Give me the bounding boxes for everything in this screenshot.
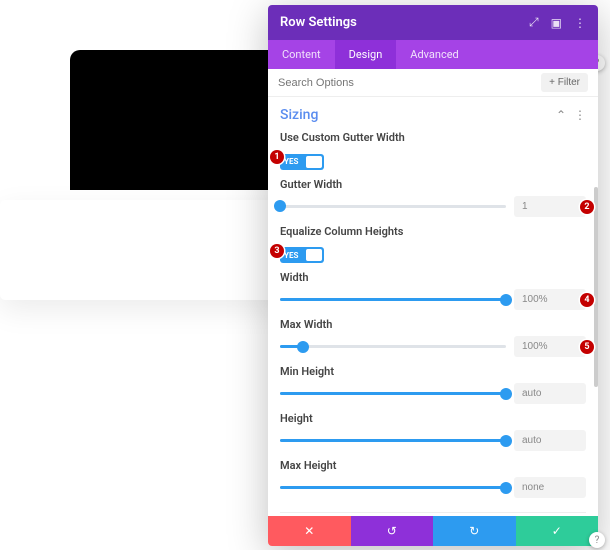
annotation-marker-5: 5 <box>580 340 594 354</box>
slider-min-height[interactable] <box>280 392 506 395</box>
input-max-height[interactable] <box>514 477 586 498</box>
slider-gutter-width[interactable] <box>280 205 506 208</box>
label-min-height: Min Height <box>280 365 586 378</box>
tabs: Content Design Advanced <box>268 40 598 69</box>
slider-max-height[interactable] <box>280 486 506 489</box>
panel-body: Sizing ⌃ ⋮ Use Custom Gutter Width 1 YES… <box>268 97 598 516</box>
label-max-height: Max Height <box>280 459 586 472</box>
tab-design[interactable]: Design <box>335 40 397 69</box>
label-equalize: Equalize Column Heights <box>280 225 586 238</box>
annotation-marker-4: 4 <box>580 293 594 307</box>
cancel-button[interactable]: ✕ <box>268 516 351 546</box>
input-width[interactable] <box>514 289 586 310</box>
search-row: + Filter <box>268 69 598 97</box>
label-gutter-width: Gutter Width <box>280 178 586 191</box>
help-bubble-bottom-icon[interactable]: ? <box>589 532 605 548</box>
expand-icon[interactable]: ⤢ <box>529 15 539 30</box>
panel-titlebar: Row Settings ⤢ ▣ ⋮ <box>268 5 598 40</box>
tab-advanced[interactable]: Advanced <box>396 40 472 69</box>
slider-height[interactable] <box>280 439 506 442</box>
annotation-marker-2: 2 <box>580 200 594 214</box>
filter-button[interactable]: + Filter <box>541 73 588 92</box>
input-height[interactable] <box>514 430 586 451</box>
collapse-icon[interactable]: ⌃ <box>556 108 566 122</box>
input-min-height[interactable] <box>514 383 586 404</box>
label-use-custom-gutter: Use Custom Gutter Width <box>280 131 586 144</box>
scrollbar[interactable] <box>594 187 598 387</box>
toggle-use-custom-gutter[interactable]: YES <box>280 154 324 170</box>
input-gutter-width[interactable] <box>514 196 586 217</box>
annotation-marker-1: 1 <box>270 150 284 164</box>
save-button[interactable]: ✓ <box>516 516 599 546</box>
section-sizing-header[interactable]: Sizing ⌃ ⋮ <box>280 107 586 123</box>
input-max-width[interactable] <box>514 336 586 357</box>
panel-title: Row Settings <box>280 15 357 30</box>
label-width: Width <box>280 271 586 284</box>
undo-button[interactable]: ↺ <box>351 516 434 546</box>
panel-footer: ✕ ↺ ↻ ✓ <box>268 516 598 546</box>
row-settings-panel: Row Settings ⤢ ▣ ⋮ Content Design Advanc… <box>268 5 598 546</box>
tab-content[interactable]: Content <box>268 40 335 69</box>
redo-button[interactable]: ↻ <box>433 516 516 546</box>
section-menu-icon[interactable]: ⋮ <box>574 108 586 122</box>
section-spacing-header[interactable]: Spacing ⌄ <box>280 512 586 516</box>
toggle-equalize[interactable]: YES <box>280 247 324 263</box>
label-max-width: Max Width <box>280 318 586 331</box>
menu-icon[interactable]: ⋮ <box>574 16 586 30</box>
label-height: Height <box>280 412 586 425</box>
annotation-marker-3: 3 <box>270 244 284 258</box>
slider-max-width[interactable] <box>280 345 506 348</box>
snap-icon[interactable]: ▣ <box>551 16 562 30</box>
slider-width[interactable] <box>280 298 506 301</box>
search-input[interactable] <box>278 77 541 89</box>
section-sizing-title: Sizing <box>280 107 318 123</box>
